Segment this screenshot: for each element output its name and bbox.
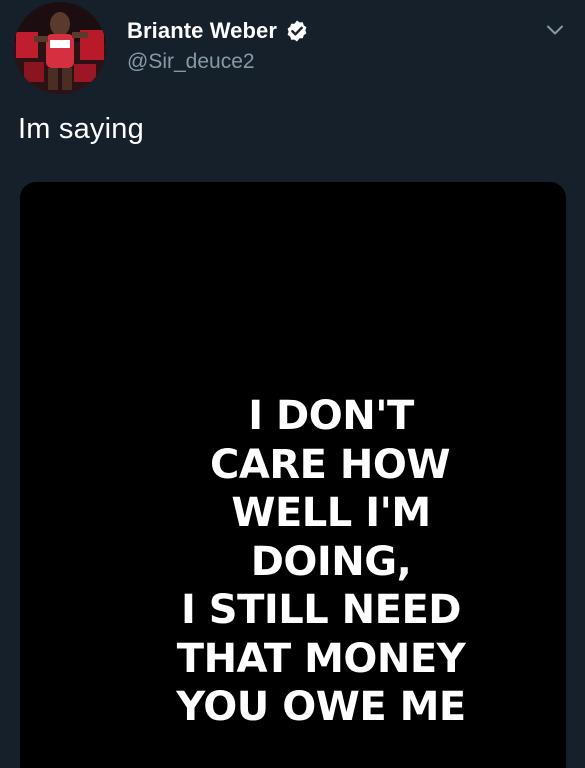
author-handle[interactable]: @Sir_deuce2 [127,50,309,74]
meme-line: YOU OWE ME [176,684,466,730]
tweet-text: Im saying [18,113,144,145]
author-display-name[interactable]: Briante Weber [127,18,277,44]
author-name-row[interactable]: Briante Weber [127,14,309,48]
meme-line: DOING, [250,538,412,585]
tweet-author[interactable]: Briante Weber @Sir_deuce2 [127,14,309,74]
verified-badge-icon [285,19,309,43]
meme-line: CARE HOW [210,441,450,488]
meme-line: THAT MONEY [176,635,466,682]
meme-caption: I DON'T CARE HOW WELL I'M DOING, I STILL… [20,392,566,732]
avatar[interactable] [14,2,106,94]
meme-line: I STILL NEED [180,587,462,633]
tweet-card[interactable]: Briante Weber @Sir_deuce2 Im saying I DO… [0,0,585,768]
tweet-media-image[interactable]: I DON'T CARE HOW WELL I'M DOING, I STILL… [20,182,566,768]
meme-line: WELL I'M [231,490,431,536]
meme-line: I DON'T [248,393,414,439]
chevron-down-icon[interactable] [543,18,567,42]
